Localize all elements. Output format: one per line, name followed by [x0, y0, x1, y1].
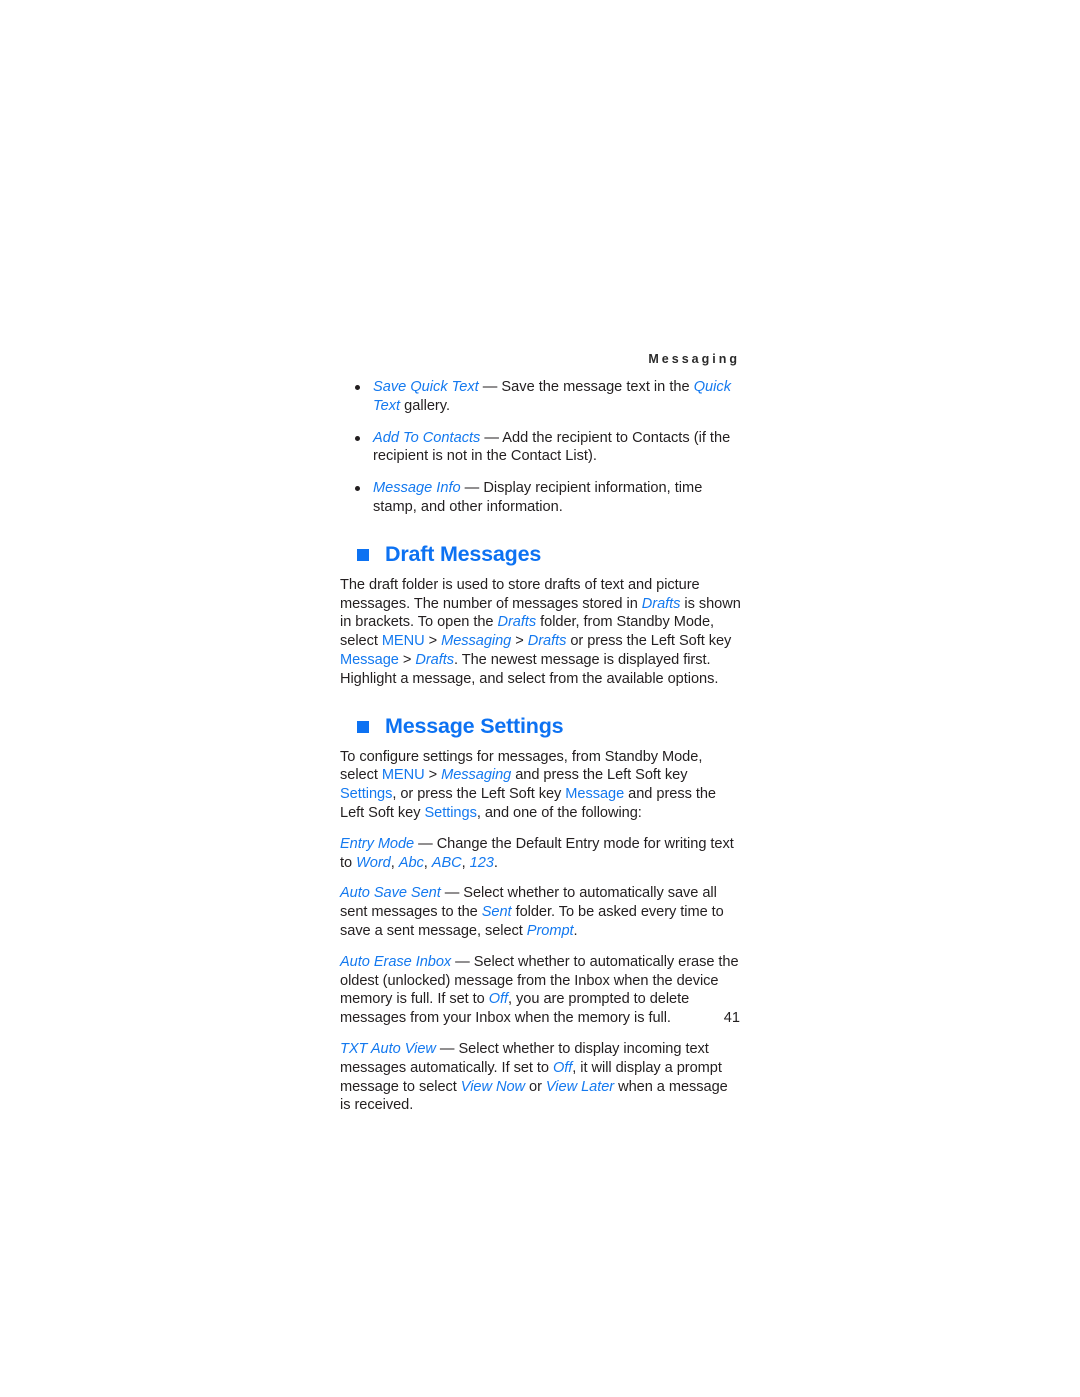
list-item: Add To Contacts — Add the recipient to C…	[340, 429, 742, 467]
heading-label: Message Settings	[385, 713, 564, 738]
option-term: Add To Contacts	[373, 429, 481, 446]
drafts-reference: Drafts	[641, 595, 681, 612]
option-term: Message Info	[373, 480, 461, 497]
manual-page: Messaging Save Quick Text — Save the mes…	[0, 0, 1080, 1397]
separator: >	[424, 633, 442, 650]
off-option: Off	[552, 1059, 573, 1076]
bullet-dot-icon	[355, 486, 360, 492]
list-item: Message Info — Display recipient informa…	[340, 479, 742, 517]
em-dash: —	[480, 429, 503, 446]
em-dash: —	[435, 1040, 459, 1057]
em-dash: —	[478, 379, 502, 395]
heading-label: Draft Messages	[385, 541, 542, 566]
drafts-reference: Drafts	[497, 614, 537, 631]
entry-mode-option: Abc	[398, 854, 424, 871]
setting-auto-save-sent: Auto Save Sent — Select whether to autom…	[340, 884, 742, 940]
sent-folder-reference: Sent	[481, 904, 512, 921]
sentence: .	[573, 922, 578, 939]
setting-entry-mode: Entry Mode — Change the Default Entry mo…	[340, 835, 742, 873]
menu-key-reference: MENU	[381, 633, 425, 650]
sentence: or press the Left Soft key	[566, 633, 732, 650]
page-number: 41	[723, 1010, 740, 1026]
options-bullet-list: Save Quick Text — Save the message text …	[340, 378, 742, 517]
separator: or	[525, 1078, 546, 1095]
running-header: Messaging	[648, 352, 740, 366]
entry-mode-option: Word	[356, 854, 391, 871]
setting-term: Entry Mode	[340, 835, 415, 852]
section-heading-draft-messages: Draft Messages	[340, 541, 742, 567]
em-dash: —	[440, 885, 464, 902]
option-description-cont: gallery.	[400, 397, 451, 414]
separator: >	[511, 633, 528, 650]
menu-key-reference: MENU	[381, 767, 425, 784]
entry-mode-option: ABC	[431, 854, 462, 871]
message-settings-intro-paragraph: To configure settings for messages, from…	[340, 748, 742, 823]
option-description: Save the message text in the	[501, 379, 694, 395]
setting-term: TXT Auto View	[340, 1040, 436, 1057]
message-softkey-reference: Message	[565, 786, 625, 803]
off-option: Off	[488, 991, 509, 1008]
sentence: and press the Left Soft key	[511, 767, 688, 784]
separator: >	[398, 651, 416, 668]
setting-term: Auto Erase Inbox	[340, 953, 452, 970]
separator: ,	[423, 854, 432, 871]
em-dash: —	[451, 953, 474, 970]
square-bullet-icon	[357, 548, 369, 561]
separator: ,	[390, 854, 399, 871]
view-now-option: View Now	[460, 1078, 525, 1095]
settings-softkey-reference: Settings	[424, 804, 477, 821]
bullet-dot-icon	[355, 435, 360, 441]
option-term: Save Quick Text	[373, 379, 479, 395]
drafts-reference: Drafts	[415, 651, 454, 668]
view-later-option: View Later	[545, 1078, 615, 1095]
em-dash: —	[460, 480, 484, 497]
prompt-option: Prompt	[526, 922, 574, 939]
draft-messages-paragraph: The draft folder is used to store drafts…	[340, 576, 742, 689]
messaging-reference: Messaging	[441, 767, 512, 784]
section-heading-message-settings: Message Settings	[340, 713, 742, 739]
settings-softkey-reference: Settings	[340, 786, 393, 803]
drafts-reference: Drafts	[527, 633, 567, 650]
setting-txt-auto-view: TXT Auto View — Select whether to displa…	[340, 1040, 742, 1115]
list-item: Save Quick Text — Save the message text …	[340, 378, 742, 416]
sentence: , and one of the following:	[476, 804, 642, 821]
square-bullet-icon	[357, 720, 369, 733]
sentence: , or press the Left Soft key	[392, 786, 566, 803]
entry-mode-option: 123	[469, 854, 494, 871]
sentence: .	[493, 854, 498, 871]
separator: >	[424, 767, 442, 784]
messaging-reference: Messaging	[441, 633, 512, 650]
setting-term: Auto Save Sent	[340, 885, 441, 902]
message-softkey-reference: Message	[340, 651, 399, 668]
em-dash: —	[414, 835, 437, 852]
separator: ,	[461, 854, 470, 871]
bullet-dot-icon	[355, 385, 360, 390]
